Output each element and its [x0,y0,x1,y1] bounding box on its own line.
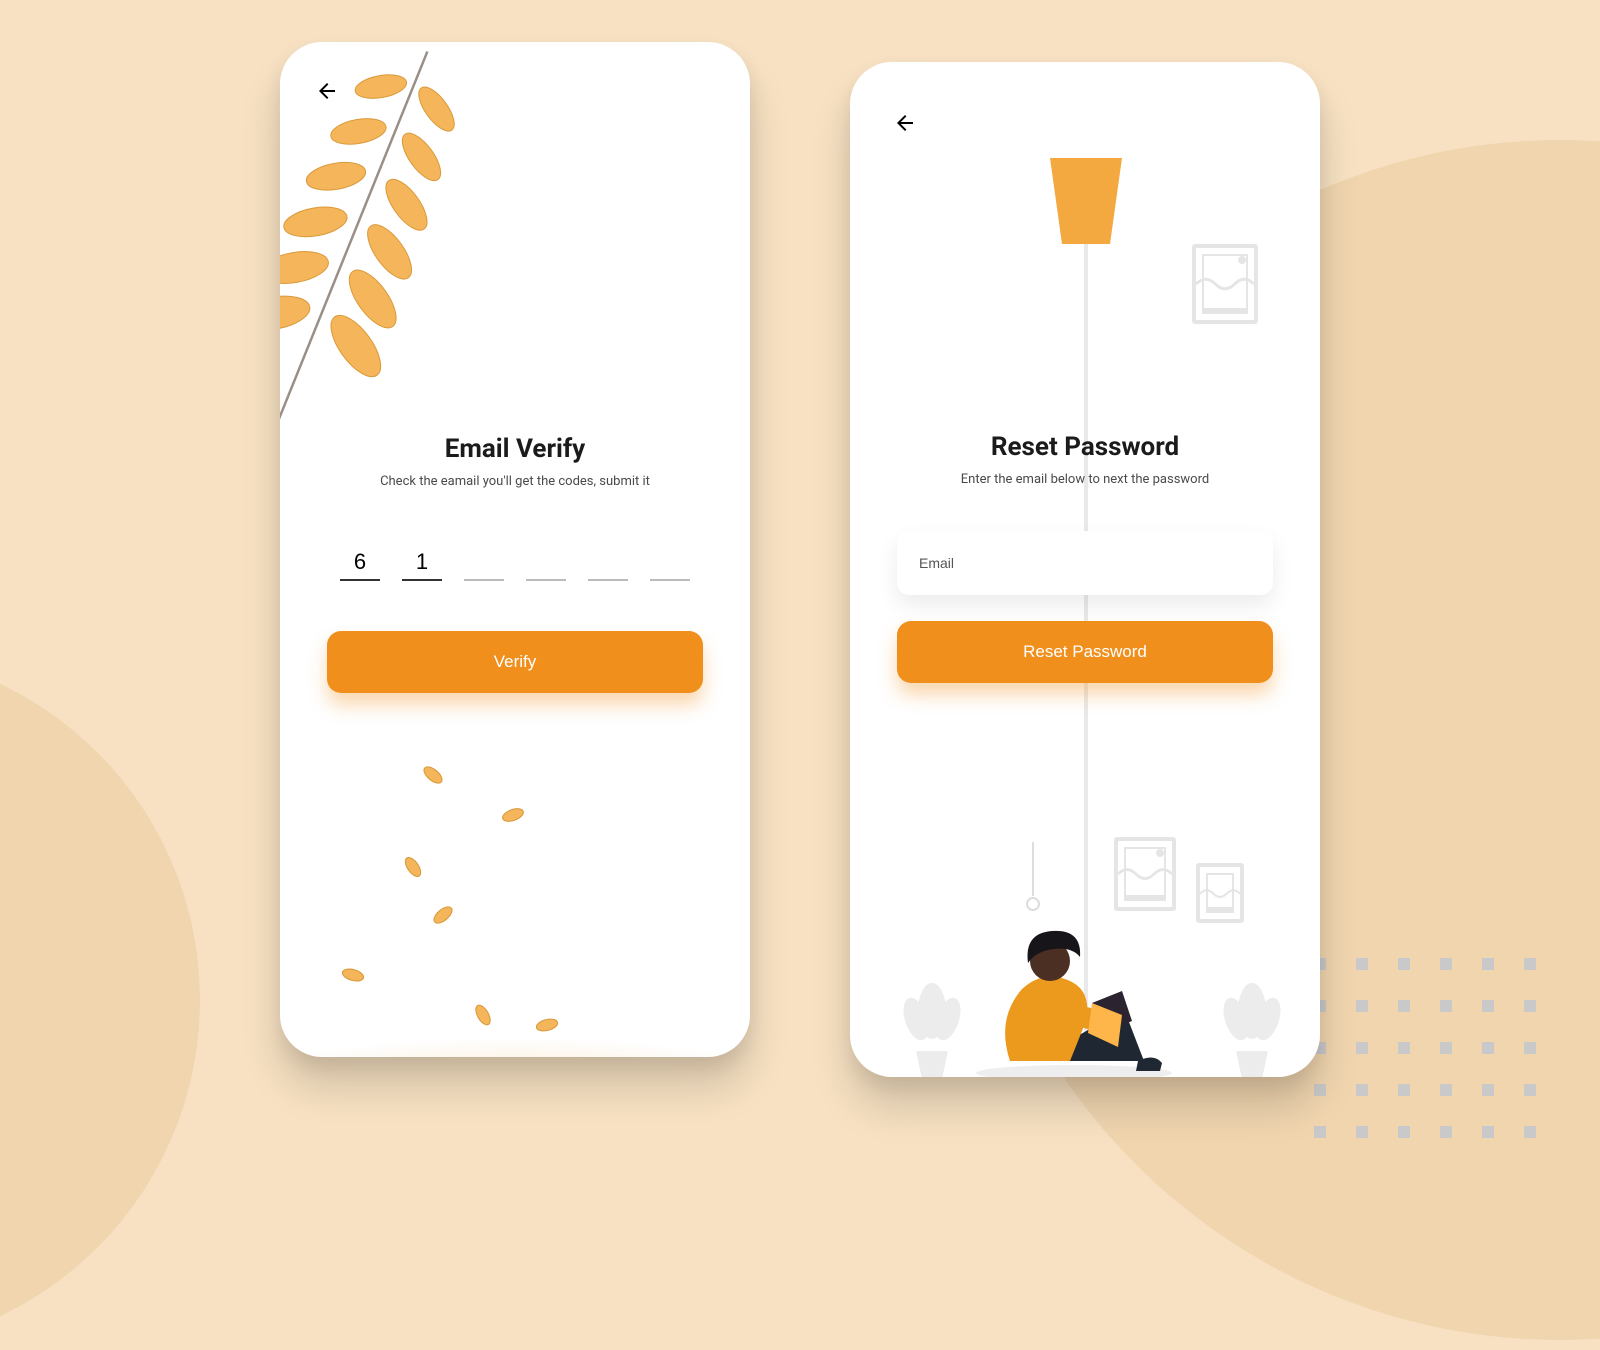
otp-digit-5[interactable] [588,545,628,581]
otp-input-group [280,545,750,581]
verify-button[interactable]: Verify [327,631,703,693]
picture-frame-illustration [1196,863,1244,923]
otp-digit-3[interactable] [464,545,504,581]
page-title: Reset Password [850,432,1320,462]
ground-illustration [280,963,750,1057]
plant-illustration [892,961,972,1077]
otp-digit-6[interactable] [650,545,690,581]
person-reading-illustration [974,911,1184,1077]
lamp-cord-illustration [1026,842,1040,922]
email-verify-screen: Email Verify Check the eamail you'll get… [280,42,750,1057]
otp-digit-4[interactable] [526,545,566,581]
email-field[interactable] [917,554,1253,572]
otp-digit-2[interactable] [402,545,442,581]
plant-illustration [1212,961,1292,1077]
page-subtitle: Enter the email below to next the passwo… [850,472,1320,487]
email-input-card [897,531,1273,595]
page-title: Email Verify [280,434,750,464]
reset-password-screen: Reset Password Enter the email below to … [850,62,1320,1077]
picture-frame-illustration [1114,837,1176,911]
page-subtitle: Check the eamail you'll get the codes, s… [280,474,750,489]
reset-password-button[interactable]: Reset Password [897,621,1273,683]
otp-digit-1[interactable] [340,545,380,581]
